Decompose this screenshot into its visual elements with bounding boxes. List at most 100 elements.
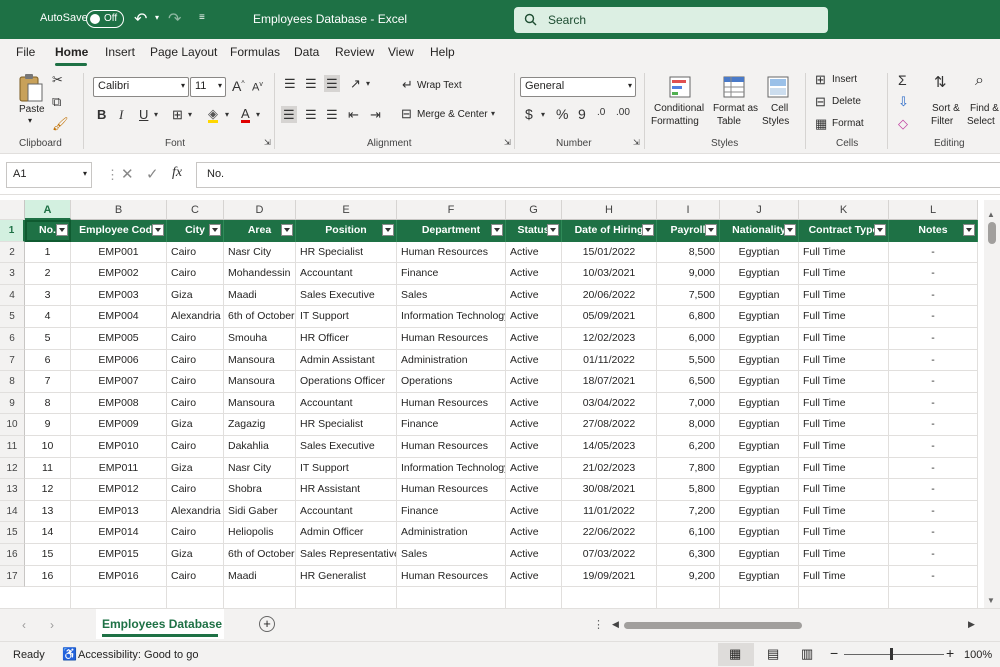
table-cell[interactable]: Egyptian xyxy=(720,565,799,588)
table-cell[interactable]: Active xyxy=(506,522,562,544)
table-cell[interactable]: Full Time xyxy=(799,500,889,523)
table-cell[interactable]: Full Time xyxy=(799,263,889,285)
table-cell[interactable]: Human Resources xyxy=(397,241,506,264)
alignment-dialog-launcher-icon[interactable]: ⇲ xyxy=(504,139,511,147)
table-cell[interactable]: Active xyxy=(506,500,562,523)
table-header-cell[interactable]: Department xyxy=(397,220,506,242)
tab-file[interactable]: File xyxy=(16,45,35,59)
empty-cell[interactable] xyxy=(224,587,296,609)
sheet-tab-employees-database[interactable]: Employees Database xyxy=(96,609,224,639)
filter-dropdown-icon[interactable] xyxy=(209,224,221,236)
table-cell[interactable]: Administration xyxy=(397,349,506,372)
table-cell[interactable]: Finance xyxy=(397,414,506,436)
increase-font-icon[interactable]: A^ xyxy=(232,79,245,93)
font-color-dropdown-icon[interactable]: ▾ xyxy=(256,111,260,119)
decrease-decimal-icon[interactable]: .00 xyxy=(616,108,630,118)
underline-button[interactable]: U xyxy=(139,108,148,121)
table-cell[interactable]: EMP010 xyxy=(71,436,167,458)
table-cell[interactable]: Full Time xyxy=(799,544,889,566)
number-dialog-launcher-icon[interactable]: ⇲ xyxy=(633,139,640,147)
empty-cell[interactable] xyxy=(397,587,506,609)
font-color-icon[interactable]: A xyxy=(241,107,250,123)
filter-dropdown-icon[interactable] xyxy=(382,224,394,236)
filter-dropdown-icon[interactable] xyxy=(642,224,654,236)
table-cell[interactable]: Admin Assistant xyxy=(296,349,397,372)
table-cell[interactable]: - xyxy=(889,392,978,415)
scroll-down-icon[interactable]: ▼ xyxy=(987,596,995,605)
table-cell[interactable]: Shobra xyxy=(224,479,296,501)
table-cell[interactable]: 7,000 xyxy=(657,392,720,415)
table-cell[interactable]: - xyxy=(889,328,978,350)
table-cell[interactable]: HR Officer xyxy=(296,328,397,350)
filter-dropdown-icon[interactable] xyxy=(281,224,293,236)
table-cell[interactable]: Full Time xyxy=(799,371,889,393)
normal-view-button[interactable]: ▦ xyxy=(718,643,754,666)
table-cell[interactable]: Full Time xyxy=(799,284,889,307)
zoom-slider[interactable] xyxy=(844,654,944,655)
filter-dropdown-icon[interactable] xyxy=(152,224,164,236)
table-cell[interactable]: Egyptian xyxy=(720,500,799,523)
table-cell[interactable]: Zagazig xyxy=(224,414,296,436)
table-cell[interactable]: Sales xyxy=(397,544,506,566)
table-cell[interactable]: 8 xyxy=(25,392,71,415)
table-cell[interactable]: EMP008 xyxy=(71,392,167,415)
table-cell[interactable]: HR Specialist xyxy=(296,414,397,436)
table-cell[interactable]: - xyxy=(889,436,978,458)
format-painter-icon[interactable]: 🖌 xyxy=(52,117,69,130)
name-box-dropdown-icon[interactable]: ▾ xyxy=(83,169,87,178)
table-header-cell[interactable]: Area xyxy=(224,220,296,242)
column-header-c[interactable]: C xyxy=(167,200,224,220)
cell-styles-icon[interactable] xyxy=(766,75,790,99)
conditional-formatting-label-1[interactable]: Conditional xyxy=(654,103,704,114)
table-cell[interactable]: Active xyxy=(506,565,562,588)
row-header-1[interactable]: 1 xyxy=(0,220,25,242)
table-cell[interactable]: - xyxy=(889,565,978,588)
table-cell[interactable]: - xyxy=(889,479,978,501)
table-cell[interactable]: EMP016 xyxy=(71,565,167,588)
table-cell[interactable]: Maadi xyxy=(224,565,296,588)
cell-styles-label-1[interactable]: Cell xyxy=(771,103,788,114)
increase-indent-icon[interactable]: ⇥ xyxy=(370,108,381,121)
table-header-cell[interactable]: Notes xyxy=(889,220,978,242)
table-cell[interactable]: IT Support xyxy=(296,457,397,480)
table-cell[interactable]: Sales Executive xyxy=(296,284,397,307)
scroll-up-icon[interactable]: ▲ xyxy=(987,210,995,219)
table-header-cell[interactable]: Status xyxy=(506,220,562,242)
table-cell[interactable]: 03/04/2022 xyxy=(562,392,657,415)
borders-icon[interactable]: ⊞ xyxy=(172,108,183,121)
table-cell[interactable]: Egyptian xyxy=(720,457,799,480)
table-cell[interactable]: Mansoura xyxy=(224,349,296,372)
row-header-17[interactable]: 17 xyxy=(0,565,25,588)
decrease-indent-icon[interactable]: ⇤ xyxy=(348,108,359,121)
empty-cell[interactable] xyxy=(889,587,978,609)
table-cell[interactable]: EMP009 xyxy=(71,414,167,436)
table-cell[interactable]: Cairo xyxy=(167,241,224,264)
cut-icon[interactable]: ✂ xyxy=(52,73,63,86)
table-cell[interactable]: Administration xyxy=(397,522,506,544)
table-cell[interactable]: Active xyxy=(506,544,562,566)
table-cell[interactable]: 12/02/2023 xyxy=(562,328,657,350)
paste-dropdown-icon[interactable]: ▾ xyxy=(28,116,32,125)
clear-icon[interactable]: ◇ xyxy=(898,117,908,130)
fill-color-icon[interactable]: ◈ xyxy=(208,107,218,123)
accessibility-status[interactable]: Accessibility: Good to go xyxy=(78,649,198,661)
tab-page-layout[interactable]: Page Layout xyxy=(150,45,217,59)
table-cell[interactable]: EMP013 xyxy=(71,500,167,523)
table-cell[interactable]: Human Resources xyxy=(397,328,506,350)
column-header-a[interactable]: A xyxy=(25,200,71,220)
insert-cells-icon[interactable]: ⊞ xyxy=(815,73,826,86)
table-cell[interactable]: 5,500 xyxy=(657,349,720,372)
table-cell[interactable]: 6,000 xyxy=(657,328,720,350)
table-cell[interactable]: Egyptian xyxy=(720,371,799,393)
table-cell[interactable]: Active xyxy=(506,241,562,264)
table-cell[interactable]: Alexandria xyxy=(167,500,224,523)
vertical-scrollbar[interactable]: ▲ ▼ xyxy=(984,200,1000,608)
table-cell[interactable]: 01/11/2022 xyxy=(562,349,657,372)
table-cell[interactable]: 8,000 xyxy=(657,414,720,436)
merge-center-icon[interactable]: ⊟ xyxy=(401,107,412,120)
table-cell[interactable]: Cairo xyxy=(167,565,224,588)
font-size-select[interactable]: 11 ▾ xyxy=(190,77,226,97)
align-left-icon[interactable]: ☰ xyxy=(281,106,297,123)
table-cell[interactable]: - xyxy=(889,414,978,436)
table-cell[interactable]: Human Resources xyxy=(397,392,506,415)
